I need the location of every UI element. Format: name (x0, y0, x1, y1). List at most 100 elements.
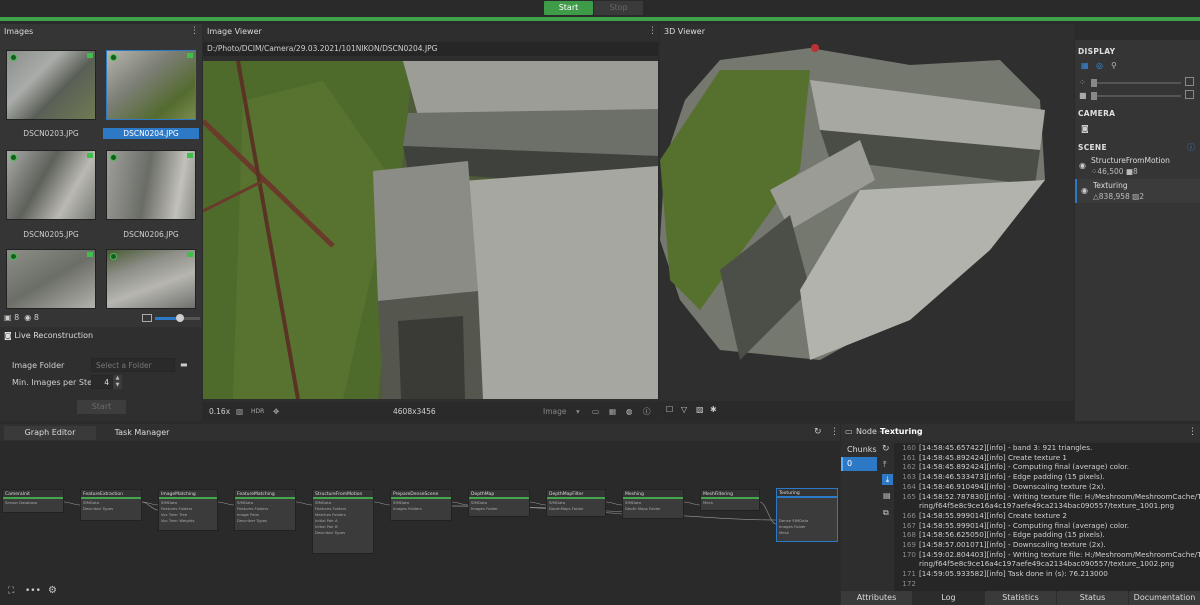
log-view[interactable]: 160[14:58:45.657422][info] - band 3: 921… (894, 443, 1200, 593)
log-line: 160[14:58:45.657422][info] - band 3: 921… (894, 443, 1092, 452)
log-line: 161[14:58:45.892424][info] Create textur… (894, 453, 1067, 462)
tab-attributes[interactable]: Attributes (841, 591, 912, 605)
camera-icon[interactable]: ◙ (1081, 124, 1089, 133)
external-link-icon[interactable]: ⧉ (883, 508, 889, 518)
gizmo-icon[interactable]: ◎ (1096, 61, 1103, 70)
checkbox[interactable] (1185, 77, 1194, 86)
chevron-down-icon[interactable]: ▾ (576, 402, 580, 421)
image-canvas[interactable] (203, 61, 658, 399)
globe-icon[interactable]: ◍ (626, 402, 633, 421)
chunk-item[interactable]: 0 (841, 457, 877, 471)
grid-toggle-icon[interactable]: ▨ (696, 405, 704, 414)
log-line: 164[14:58:46.910494][info] - Downscaling… (894, 482, 1106, 491)
checkbox[interactable] (1185, 90, 1194, 99)
thumbnail[interactable] (106, 249, 196, 309)
progress-accent-bar (0, 17, 1200, 21)
log-line: 172 (894, 579, 919, 588)
3d-viewer-title: 3D Viewer (660, 24, 705, 40)
graph-node[interactable]: CameraInitSensor Database (2, 489, 64, 513)
metadata-flag-icon (187, 252, 193, 257)
thumbnail-label: DSCN0204.JPG (103, 128, 199, 139)
stop-button[interactable]: Stop (594, 1, 643, 15)
thumbnail[interactable] (106, 50, 196, 120)
grid-view-icon[interactable]: ▦ (1081, 61, 1089, 70)
scroll-top-icon[interactable]: ⤒ (883, 460, 887, 470)
scene-item[interactable]: ◉ Texturing △838,958 ▨2 (1075, 179, 1200, 203)
color-picker-icon[interactable]: ✥ (273, 402, 279, 421)
panorama-icon[interactable]: ▦ (609, 402, 616, 421)
graph-node[interactable]: MeshFilteringMesh (700, 489, 760, 511)
log-line: 169[14:58:57.001071][info] - Downscaling… (894, 540, 1106, 549)
spinbox-arrows-icon[interactable]: ▲▼ (113, 375, 122, 389)
photo-illustration (203, 61, 658, 399)
graph-node[interactable]: DepthMapSfMDataImages Folder (468, 489, 530, 517)
graph-node[interactable]: PrepareDenseSceneSfMDataImages Folders (390, 489, 452, 521)
folder-icon[interactable]: ▬ (180, 360, 188, 369)
tab-task-manager[interactable]: Task Manager (96, 426, 188, 440)
3d-mesh-view[interactable] (660, 40, 1074, 400)
thumbnail[interactable] (6, 150, 96, 220)
fit-view-icon[interactable]: ⛶ (8, 586, 14, 596)
hdr-toggle[interactable]: HDR (251, 402, 264, 421)
info-icon[interactable]: ⓘ (643, 402, 651, 421)
thumbnail[interactable] (106, 150, 196, 220)
slider-handle[interactable] (1091, 79, 1097, 87)
document-icon[interactable]: ▤ (883, 491, 891, 500)
tab-graph-editor[interactable]: Graph Editor (4, 426, 96, 440)
slider-handle[interactable] (176, 314, 184, 322)
image-mode-select[interactable]: Image (543, 402, 567, 421)
graph-node[interactable]: StructureFromMotionSfMDataFeatures Folde… (312, 489, 374, 554)
walk-icon[interactable]: ⚲ (1111, 61, 1117, 70)
refresh-icon[interactable]: ↻ (882, 444, 890, 454)
images-menu-icon[interactable]: ⋮ (190, 26, 199, 36)
settings-icon[interactable]: ✱ (710, 405, 717, 414)
scroll-bottom-icon[interactable]: ⤓ (882, 474, 893, 485)
live-start-button[interactable]: Start (77, 400, 126, 414)
thumbnail[interactable] (6, 50, 96, 120)
image-viewer-menu-icon[interactable]: ⋮ (648, 26, 657, 36)
graph-node[interactable]: ImageMatchingSfMDataFeatures FoldersVoc … (158, 489, 218, 531)
tab-statistics[interactable]: Statistics (985, 591, 1056, 605)
tab-documentation[interactable]: Documentation (1129, 591, 1200, 605)
camera-scale-slider[interactable] (1091, 95, 1181, 97)
camera-icon: ◉ (24, 313, 31, 322)
min-images-spinbox[interactable]: 4 (91, 375, 113, 389)
status-dot-icon (10, 253, 17, 260)
eye-icon[interactable]: ◉ (1079, 161, 1086, 170)
graph-node[interactable]: FeatureMatchingSfMDataFeatures FoldersIm… (234, 489, 296, 531)
refresh-icon[interactable]: ↻ (814, 427, 822, 437)
image-viewer-footer: 0.16x ▨ HDR ✥ 4608x3456 Image ▾ ▭ ▦ ◍ ⓘ (203, 402, 658, 421)
live-reconstruction-header[interactable]: ◙ Live Reconstruction (4, 331, 93, 340)
more-options-icon[interactable]: ••• (25, 586, 41, 596)
image-folder-input[interactable]: Select a Folder (91, 358, 175, 372)
channel-toggle-icon[interactable]: ▨ (236, 402, 243, 421)
graph-menu-icon[interactable]: ⋮ (830, 427, 839, 437)
tab-log[interactable]: Log (913, 591, 984, 605)
metadata-flag-icon (187, 153, 193, 158)
images-panel: Images ⋮ DSCN0203.JPG DSCN0204.JPG DSCN0… (0, 24, 202, 421)
graph-node[interactable]: MeshingSfMDataDepth Maps Folder (622, 489, 684, 519)
start-button[interactable]: Start (544, 1, 593, 15)
thumbnail[interactable] (6, 249, 96, 309)
settings-gear-icon[interactable]: ⚙ (48, 585, 57, 596)
slider-handle[interactable] (1091, 92, 1097, 100)
node-menu-icon[interactable]: ⋮ (1188, 427, 1197, 437)
eye-icon[interactable]: ◉ (1081, 186, 1088, 195)
graph-node[interactable]: FeatureExtractionSfMDataDescriber Types (80, 489, 142, 521)
thumbnail-size-slider[interactable] (155, 317, 200, 320)
display-panel: DISPLAY ▦ ◎ ⚲ ⁘ ■ CAMERA ◙ SCENE ⓘ ◉ Str… (1075, 40, 1200, 421)
bounding-box-icon[interactable]: ☐ (666, 405, 673, 414)
thumbnail-label: DSCN0206.JPG (103, 229, 199, 240)
point-size-slider[interactable] (1091, 82, 1181, 84)
metadata-flag-icon (87, 53, 93, 58)
graph-node[interactable]: DepthMapFilterSfMDataDepthMaps Folder (546, 489, 606, 517)
frustum-icon[interactable]: ▽ (681, 405, 687, 414)
scene-item[interactable]: ◉ StructureFromMotion ⁘46,500 ■8 (1075, 154, 1200, 178)
info-icon[interactable]: ⓘ (1187, 142, 1195, 153)
3d-viewer-footer: ☐ ▽ ▨ ✱ (660, 401, 1074, 421)
metadata-icon[interactable]: ▭ (592, 402, 599, 421)
camera-section-title: CAMERA (1078, 109, 1115, 118)
status-dot-icon (10, 154, 17, 161)
graph-node-selected[interactable]: TexturingDense SfMDataImages FolderMesh (776, 488, 838, 542)
tab-status[interactable]: Status (1057, 591, 1128, 605)
